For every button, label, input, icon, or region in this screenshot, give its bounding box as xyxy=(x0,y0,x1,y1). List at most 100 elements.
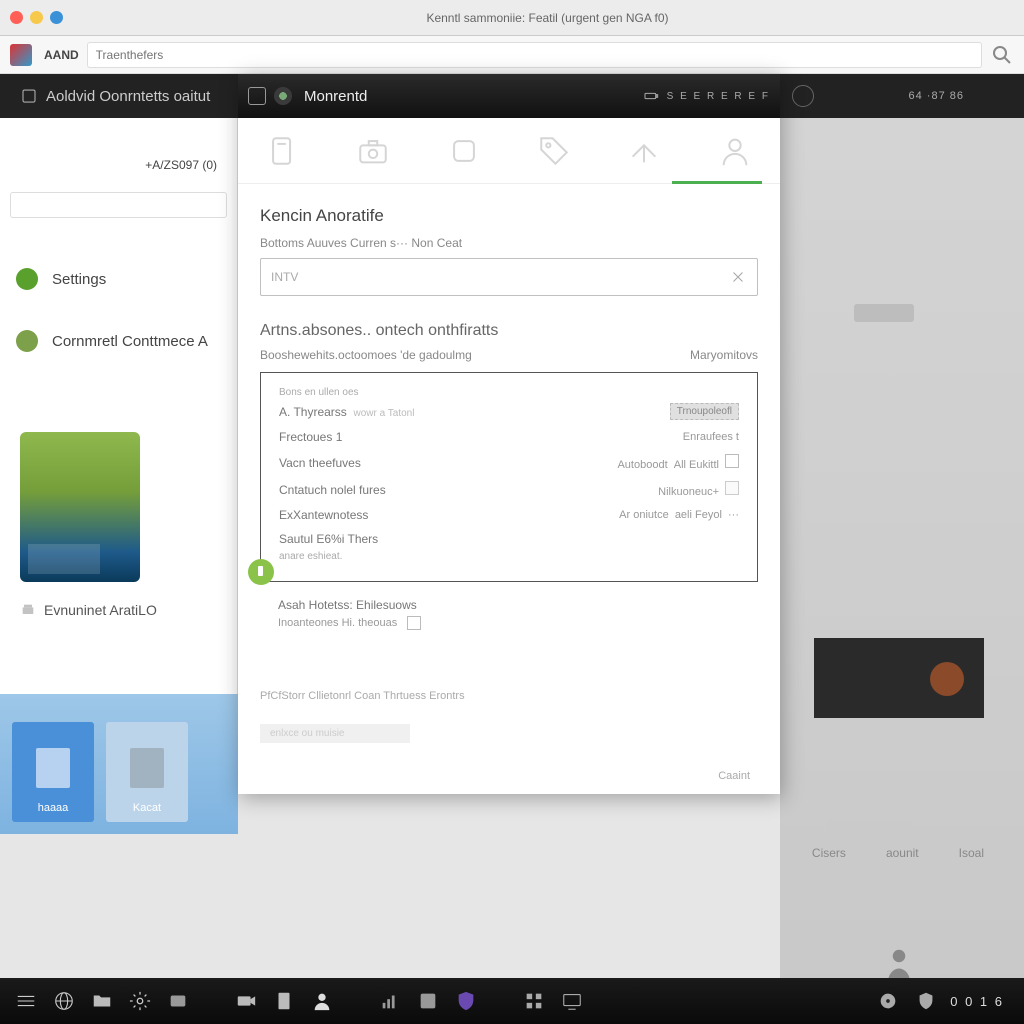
input-value: INTV xyxy=(271,270,729,284)
tb-globe-icon[interactable] xyxy=(50,987,78,1015)
app-title: Aoldvid Oonrntetts oaitut xyxy=(46,88,210,105)
section2-left: Booshewehits.octoomoes 'de gadoulmg xyxy=(260,348,690,362)
sidebar-tag: +A/ZS097 (0) xyxy=(0,158,237,182)
disk-icon xyxy=(20,602,36,618)
detail-row[interactable]: Sautul E6%i Thers xyxy=(279,527,739,551)
battery-icon xyxy=(643,88,659,104)
section-subtitle: Bottoms Auuves Curren s··· Non Ceat xyxy=(260,236,758,250)
detail-box: Bons en ullen oes A. Thyrearss wowr a Ta… xyxy=(260,372,758,582)
tb-card-icon[interactable] xyxy=(164,987,192,1015)
section-title: Kencin Anoratife xyxy=(260,206,758,226)
tile-label: haaaa xyxy=(38,802,69,814)
header-numbers: 64 ·87 86 xyxy=(909,90,964,102)
section2-title: Artns.absones.. ontech onthfiratts xyxy=(260,322,758,340)
add-fab-icon[interactable] xyxy=(248,559,274,585)
tb-disk-icon[interactable] xyxy=(874,987,902,1015)
detail-key: Sautul E6%i Thers xyxy=(279,532,739,546)
address-input[interactable] xyxy=(87,42,982,68)
detail-row[interactable]: Cntatuch nolel fures Nilkuoneuc+ xyxy=(279,476,739,503)
window-title-bar: Kenntl sammoniie: Featil (urgent gen NGA… xyxy=(0,0,1024,36)
footer-hint: PfCfStorr Cllietonrl Coan Thrtuess Eront… xyxy=(260,690,758,702)
close-window-icon[interactable] xyxy=(10,11,23,24)
tab-person-icon[interactable] xyxy=(711,127,759,175)
section2-subrow: Booshewehits.octoomoes 'de gadoulmg Mary… xyxy=(260,348,758,362)
tb-gear-icon[interactable] xyxy=(126,987,154,1015)
name-input-row[interactable]: INTV xyxy=(260,258,758,296)
detail-row[interactable]: A. Thyrearss wowr a Tatonl Trnoupoleofl xyxy=(279,398,739,425)
detail-extra: aeli Feyol xyxy=(675,509,722,521)
sidebar-item-label: Cornmretl Conttmece A xyxy=(52,333,208,350)
col-label: Isoal xyxy=(959,846,984,860)
app-menu-icon[interactable] xyxy=(20,87,38,105)
sidebar-card[interactable] xyxy=(20,432,217,582)
status-text: S E E R E R E F xyxy=(667,91,770,102)
tb-page-icon[interactable] xyxy=(270,987,298,1015)
sidebar-link-label: Evnuninet AratiLO xyxy=(44,602,157,618)
tab-page-icon[interactable] xyxy=(259,127,307,175)
status-dot-icon xyxy=(16,268,38,290)
card-thumbnail xyxy=(20,432,140,582)
detail-row[interactable]: Frectoues 1 Enraufees t xyxy=(279,425,739,449)
tile-item[interactable]: Kacat xyxy=(106,722,188,822)
checkbox-icon[interactable] xyxy=(407,616,421,630)
tb-shield2-icon[interactable] xyxy=(912,987,940,1015)
taskbar: 0 0 1 6 xyxy=(0,978,1024,1024)
window-icon[interactable] xyxy=(248,87,266,105)
detail-label: Bons en ullen oes xyxy=(279,387,739,398)
tile-item[interactable]: haaaa xyxy=(12,722,94,822)
tile-thumb-icon xyxy=(36,748,70,788)
save-button[interactable]: Caaint xyxy=(718,770,750,782)
brand-label: AAND xyxy=(44,48,79,62)
clear-input-icon[interactable] xyxy=(729,268,747,286)
detail-val: Autoboodt xyxy=(617,459,667,471)
sub-row: Inoanteones Hi. theouas xyxy=(278,616,758,630)
tab-tag-icon[interactable] xyxy=(530,127,578,175)
detail-row[interactable]: Vacn theefuves Autoboodt All Eukittl xyxy=(279,449,739,476)
backdrop-pill xyxy=(854,304,914,322)
tab-share-icon[interactable] xyxy=(620,127,668,175)
avatar-stub-icon xyxy=(930,662,964,696)
detail-extra: All Eukittl xyxy=(674,459,719,471)
window-title: Kenntl sammoniie: Featil (urgent gen NGA… xyxy=(81,11,1014,25)
footer-ghost-button[interactable]: enlxce ou muisie xyxy=(260,724,410,743)
sidebar-link[interactable]: Evnuninet AratiLO xyxy=(20,602,217,618)
sidebar-item-settings[interactable]: Settings xyxy=(0,248,237,310)
tb-person-icon[interactable] xyxy=(308,987,336,1015)
modal-titlebar: Monrentd S E E R E R E F xyxy=(238,74,780,118)
tb-video-icon[interactable] xyxy=(232,987,260,1015)
status-dot-icon xyxy=(16,330,38,352)
checkbox-icon[interactable] xyxy=(725,481,739,495)
minimize-window-icon[interactable] xyxy=(30,11,43,24)
tb-app-icon[interactable] xyxy=(414,987,442,1015)
badge: Trnoupoleofl xyxy=(670,403,739,420)
detail-key: Cntatuch nolel fures xyxy=(279,483,658,497)
app-round-icon xyxy=(274,87,292,105)
favicon-icon xyxy=(10,44,32,66)
tb-apps-grid-icon[interactable] xyxy=(520,987,548,1015)
backdrop-panel: Cisers aounit Isoal xyxy=(780,118,1024,1024)
detail-row[interactable]: ExXantewnotess Ar oniutce aeli Feyol ··· xyxy=(279,503,739,527)
sidebar-item-label: Settings xyxy=(52,271,106,288)
tb-shield-icon[interactable] xyxy=(452,987,480,1015)
detail-row: anare eshieat. xyxy=(279,551,739,567)
section2-right: Maryomitovs xyxy=(690,348,758,362)
header-circle-icon[interactable] xyxy=(792,85,814,107)
tab-camera-icon[interactable] xyxy=(349,127,397,175)
maximize-window-icon[interactable] xyxy=(50,11,63,24)
search-icon[interactable] xyxy=(990,43,1014,67)
checkbox-icon[interactable] xyxy=(725,454,739,468)
address-bar: AAND xyxy=(0,36,1024,74)
sidebar-search xyxy=(0,192,237,218)
backdrop-dark-panel xyxy=(814,638,984,718)
col-label: aounit xyxy=(886,846,919,860)
tab-box-icon[interactable] xyxy=(440,127,488,175)
sidebar-search-input[interactable] xyxy=(10,192,227,218)
tb-chart-icon[interactable] xyxy=(376,987,404,1015)
detail-key: ExXantewnotess xyxy=(279,508,619,522)
tile-thumb-icon xyxy=(130,748,164,788)
modal-dialog: Monrentd S E E R E R E F Kencin Anoratif… xyxy=(238,74,780,794)
tb-menu-icon[interactable] xyxy=(12,987,40,1015)
tb-monitor-icon[interactable] xyxy=(558,987,586,1015)
sidebar-item-content[interactable]: Cornmretl Conttmece A xyxy=(0,310,237,372)
tb-folder-icon[interactable] xyxy=(88,987,116,1015)
